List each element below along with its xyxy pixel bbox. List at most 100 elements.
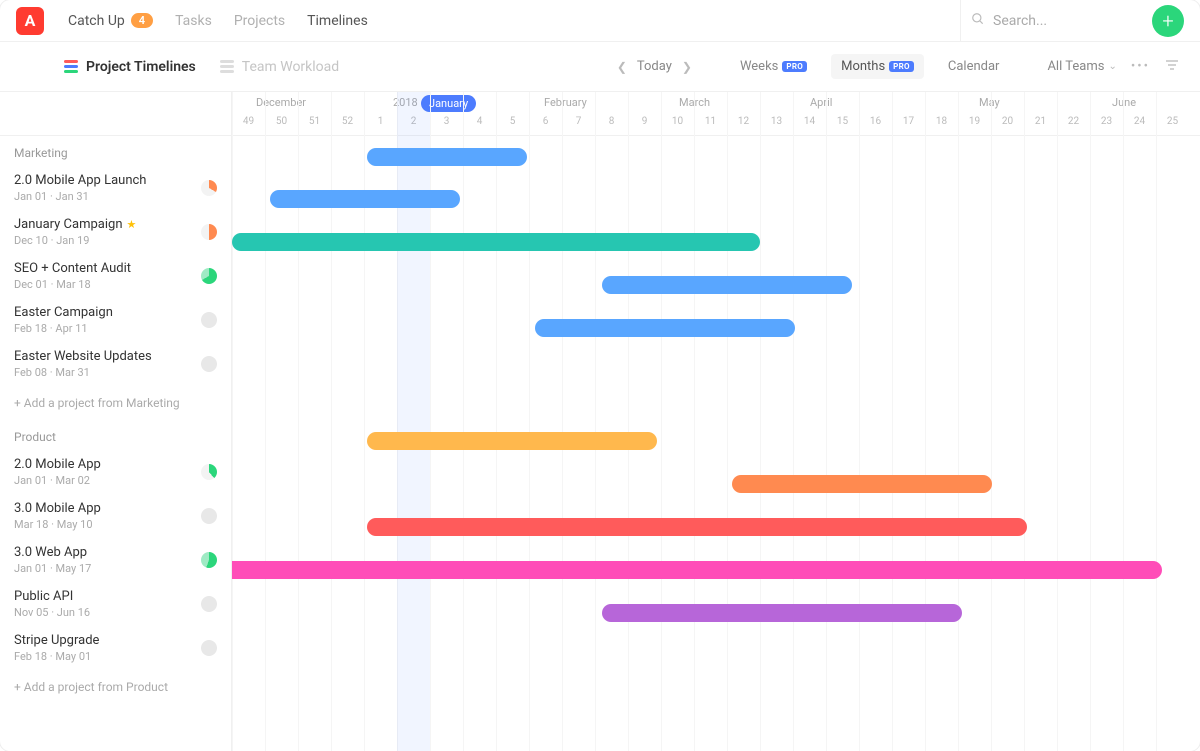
status-circle <box>201 356 217 372</box>
month-label: April <box>810 96 832 109</box>
week-number: 51 <box>298 116 331 127</box>
range-weeks-label: Weeks <box>740 59 778 74</box>
project-dates: Nov 05 · Jun 16 <box>14 606 90 619</box>
project-row[interactable]: Public API Nov 05 · Jun 16 <box>0 582 231 626</box>
week-number: 52 <box>331 116 364 127</box>
timeline-bar[interactable] <box>367 148 527 166</box>
week-number: 12 <box>727 116 760 127</box>
week-number: 16 <box>859 116 892 127</box>
month-label: February <box>544 96 587 109</box>
week-number: 25 <box>1156 116 1189 127</box>
timeline-bar[interactable] <box>602 276 852 294</box>
project-name: Easter Website Updates <box>14 349 152 364</box>
today-button[interactable]: Today <box>637 59 672 74</box>
range-months[interactable]: Months PRO <box>831 54 924 79</box>
timeline-chart[interactable]: 2018DecemberJanuaryFebruaryMarchAprilMay… <box>232 92 1200 751</box>
week-number: 22 <box>1057 116 1090 127</box>
status-circle <box>201 464 217 480</box>
project-name: Easter Campaign <box>14 305 113 320</box>
project-name: 2.0 Mobile App Launch <box>14 173 146 188</box>
project-dates: Mar 18 · May 10 <box>14 518 101 531</box>
timeline-header: 2018DecemberJanuaryFebruaryMarchAprilMay… <box>232 92 1200 136</box>
project-row[interactable]: 3.0 Mobile AppMar 18 · May 10 <box>0 494 231 538</box>
week-number: 21 <box>1024 116 1057 127</box>
status-circle <box>201 508 217 524</box>
more-menu[interactable]: ••• <box>1131 59 1150 74</box>
range-months-label: Months <box>841 59 885 74</box>
status-circle <box>201 640 217 656</box>
prev-button[interactable]: ❮ <box>617 60 627 74</box>
week-number: 20 <box>991 116 1024 127</box>
week-number: 6 <box>529 116 562 127</box>
project-name: Public API <box>14 589 90 604</box>
week-number: 3 <box>430 116 463 127</box>
tab-team-workload[interactable]: Team Workload <box>220 59 339 75</box>
nav-tasks[interactable]: Tasks <box>175 13 212 29</box>
week-number: 13 <box>760 116 793 127</box>
week-number: 10 <box>661 116 694 127</box>
project-name: 3.0 Web App <box>14 545 91 560</box>
week-number: 23 <box>1090 116 1123 127</box>
timeline-bar[interactable] <box>535 319 795 337</box>
add-project-button[interactable]: + Add a project from Product <box>0 670 231 704</box>
month-label: May <box>979 96 1000 109</box>
add-button[interactable]: + <box>1152 5 1184 37</box>
next-button[interactable]: ❯ <box>682 60 692 74</box>
week-number: 15 <box>826 116 859 127</box>
timeline-bar[interactable] <box>232 561 1162 579</box>
project-dates: Feb 18 · May 01 <box>14 650 99 663</box>
add-project-button[interactable]: + Add a project from Marketing <box>0 386 231 420</box>
project-row[interactable]: 2.0 Mobile AppJan 01 · Mar 02 <box>0 450 231 494</box>
project-sidebar: Marketing 2.0 Mobile App Launch Jan 01 · J… <box>0 92 232 751</box>
project-dates: Dec 10 · Jan 19 <box>14 234 136 247</box>
chevron-down-icon: ⌄ <box>1108 61 1116 72</box>
timeline-bar[interactable] <box>232 233 760 251</box>
team-filter[interactable]: All Teams ⌄ <box>1047 59 1116 74</box>
project-row[interactable]: 3.0 Web AppJan 01 · May 17 <box>0 538 231 582</box>
project-dates: Jan 01 · Jan 31 <box>14 190 146 203</box>
project-row[interactable]: Easter Campaign Feb 18 · Apr 11 <box>0 298 231 342</box>
section-header: Marketing <box>0 136 231 166</box>
pro-badge: PRO <box>889 61 914 72</box>
nav-timelines[interactable]: Timelines <box>307 13 368 29</box>
timeline-bar[interactable] <box>602 604 962 622</box>
project-name: SEO + Content Audit <box>14 261 131 276</box>
timeline-bar[interactable] <box>367 432 657 450</box>
project-dates: Feb 18 · Apr 11 <box>14 322 113 335</box>
project-row[interactable]: Easter Website Updates Feb 08 · Mar 31 <box>0 342 231 386</box>
week-number: 11 <box>694 116 727 127</box>
week-number: 8 <box>595 116 628 127</box>
status-circle <box>201 268 217 284</box>
status-circle <box>201 312 217 328</box>
app-logo[interactable]: A <box>16 7 44 35</box>
week-number: 1 <box>364 116 397 127</box>
range-weeks[interactable]: Weeks PRO <box>730 54 817 79</box>
pro-badge: PRO <box>782 61 807 72</box>
project-row[interactable]: Stripe UpgradeFeb 18 · May 01 <box>0 626 231 670</box>
project-dates: Feb 08 · Mar 31 <box>14 366 152 379</box>
timeline-bar[interactable] <box>270 190 460 208</box>
project-row[interactable]: SEO + Content AuditDec 01 · Mar 18 <box>0 254 231 298</box>
range-calendar[interactable]: Calendar <box>938 54 1010 79</box>
search-placeholder: Search... <box>993 13 1047 29</box>
week-number: 5 <box>496 116 529 127</box>
timeline-bar[interactable] <box>732 475 992 493</box>
project-row[interactable]: January Campaign★Dec 10 · Jan 19 <box>0 210 231 254</box>
week-number: 17 <box>892 116 925 127</box>
timeline-bar[interactable] <box>367 518 1027 536</box>
tab-project-timelines[interactable]: Project Timelines <box>64 59 196 75</box>
team-filter-label: All Teams <box>1047 59 1104 74</box>
status-circle <box>201 224 217 240</box>
filter-button[interactable] <box>1164 57 1180 77</box>
project-row[interactable]: 2.0 Mobile App Launch Jan 01 · Jan 31 <box>0 166 231 210</box>
status-circle <box>201 180 217 196</box>
search-input[interactable]: Search... <box>960 0 1140 41</box>
star-icon: ★ <box>127 218 137 231</box>
nav-projects[interactable]: Projects <box>234 13 285 29</box>
week-number: 24 <box>1123 116 1156 127</box>
week-number: 18 <box>925 116 958 127</box>
nav-catch-up[interactable]: Catch Up 4 <box>68 13 153 29</box>
timeline-icon <box>64 60 78 73</box>
week-number: 19 <box>958 116 991 127</box>
tab-team-workload-label: Team Workload <box>242 59 339 75</box>
